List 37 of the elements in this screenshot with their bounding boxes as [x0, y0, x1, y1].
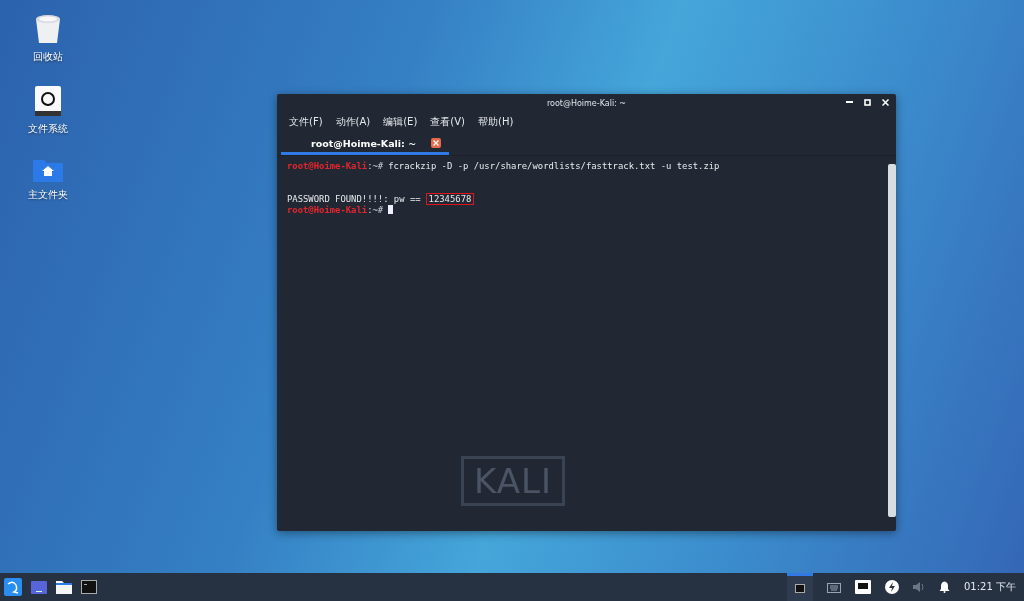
- minimize-icon[interactable]: [845, 101, 853, 103]
- folder-icon[interactable]: [56, 580, 72, 594]
- highlighted-password: 12345678: [425, 192, 475, 205]
- menu-item[interactable]: 查看(V): [430, 115, 465, 129]
- menu-item[interactable]: 文件(F): [289, 115, 323, 129]
- network-icon[interactable]: [855, 580, 871, 594]
- trash-bin-icon: [35, 14, 61, 44]
- desktop-icon-label[interactable]: 主文件夹: [28, 188, 68, 202]
- menu-item[interactable]: 帮助(H): [478, 115, 514, 129]
- power-icon[interactable]: [885, 580, 899, 594]
- desktop-icon-label[interactable]: 回收站: [33, 50, 63, 64]
- desktop-icon-label[interactable]: 文件系统: [28, 122, 68, 136]
- window-switcher-icon[interactable]: [787, 573, 813, 601]
- scrollbar-thumb[interactable]: [888, 164, 896, 517]
- menu-item[interactable]: 编辑(E): [383, 115, 418, 129]
- command-text: fcrackzip -D -p /usr/share/wordlists/fasttrack.txt -u test.zip: [388, 160, 720, 171]
- tab-label: root@Hoime-Kali: ~: [311, 137, 417, 149]
- tab-close-button[interactable]: [431, 138, 441, 148]
- notification-bell-icon[interactable]: [939, 581, 950, 593]
- prompt-path: :~#: [367, 160, 384, 171]
- keyboard-icon[interactable]: [827, 581, 841, 593]
- menu-item[interactable]: 动作(A): [335, 115, 371, 129]
- home-folder-icon: [33, 158, 63, 182]
- close-icon[interactable]: [881, 98, 889, 106]
- prompt-user: root@Hoime-Kali: [287, 204, 368, 215]
- terminal-icon[interactable]: [81, 580, 97, 594]
- prompt-user: root@Hoime-Kali: [287, 160, 368, 171]
- output-text: PASSWORD FOUND!!!!: pw ==: [287, 193, 421, 204]
- prompt-path: :~#: [367, 204, 384, 215]
- maximize-icon[interactable]: [863, 98, 871, 106]
- desktop-icon[interactable]: [31, 580, 47, 594]
- terminal-tab[interactable]: root@Hoime-Kali: ~: [281, 134, 449, 155]
- drive-icon: [35, 86, 61, 116]
- clock-text: 01:21 下午: [964, 580, 1016, 594]
- window-title: root@Hoime-Kali: ~: [546, 98, 627, 108]
- dragon-menu-icon[interactable]: [4, 578, 22, 596]
- volume-icon[interactable]: [913, 582, 925, 592]
